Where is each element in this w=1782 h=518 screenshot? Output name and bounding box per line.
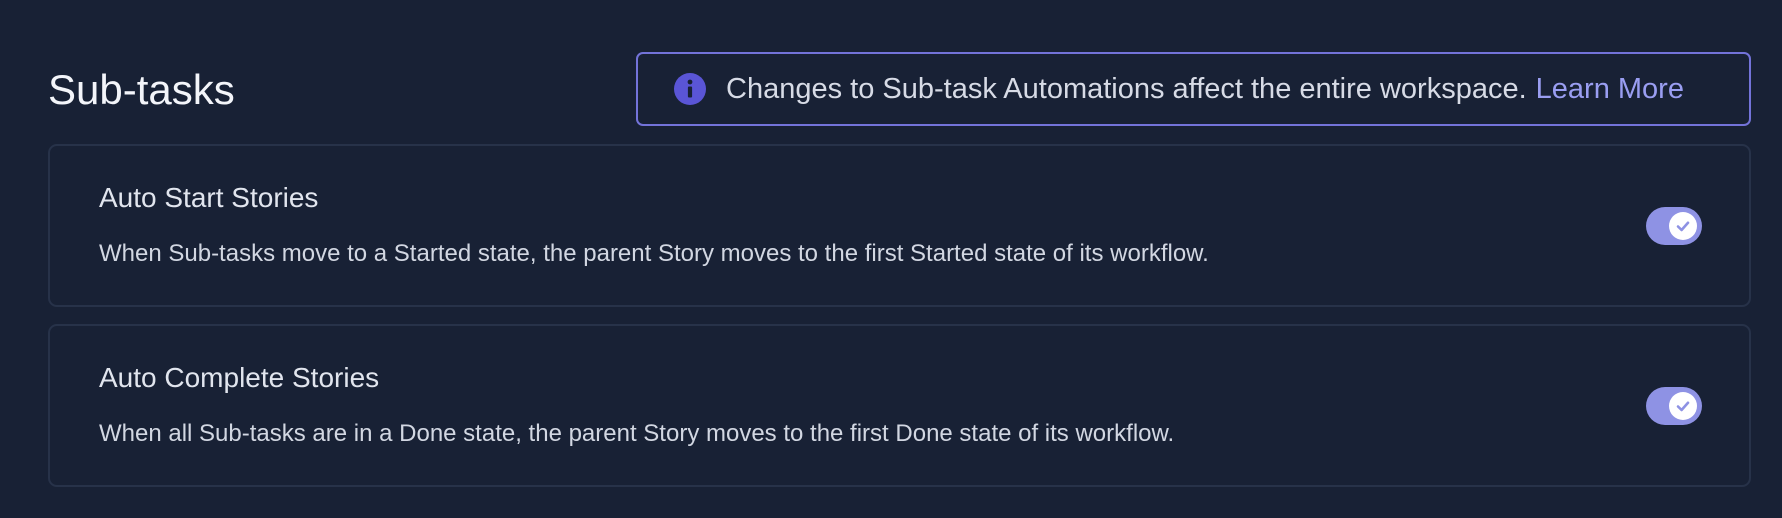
notice-text: Changes to Sub-task Automations affect t…	[726, 73, 1527, 105]
auto-complete-stories-toggle[interactable]	[1646, 387, 1702, 425]
info-icon	[674, 73, 706, 105]
toggle-knob	[1669, 212, 1697, 240]
check-icon	[1676, 221, 1690, 232]
learn-more-link[interactable]: Learn More	[1536, 71, 1684, 107]
check-icon	[1676, 401, 1690, 412]
toggle-knob	[1669, 392, 1697, 420]
workspace-notice-banner: Changes to Sub-task Automations affect t…	[636, 52, 1751, 126]
setting-title: Auto Complete Stories	[99, 362, 380, 393]
setting-description: When Sub-tasks move to a Started state, …	[99, 240, 1209, 267]
page-title: Sub-tasks	[48, 66, 235, 113]
setting-title: Auto Start Stories	[99, 182, 319, 213]
auto-complete-stories-card: Auto Complete Stories When all Sub-tasks…	[48, 324, 1751, 487]
auto-start-stories-toggle[interactable]	[1646, 207, 1702, 245]
setting-description: When all Sub-tasks are in a Done state, …	[99, 420, 1175, 447]
settings-page: Sub-tasks Changes to Sub-task Automation…	[0, 0, 1782, 518]
auto-start-stories-card: Auto Start Stories When Sub-tasks move t…	[48, 144, 1751, 307]
section-header: Sub-tasks Changes to Sub-task Automation…	[48, 52, 1751, 128]
